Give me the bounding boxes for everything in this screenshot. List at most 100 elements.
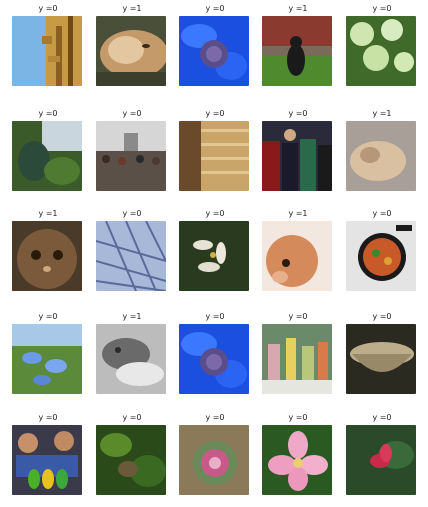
red-flower-image bbox=[346, 425, 416, 495]
panel-1: y =0 bbox=[12, 2, 84, 90]
blue-bellflowers-image bbox=[12, 324, 82, 394]
panel-label: y =0 bbox=[372, 4, 392, 13]
panel-image bbox=[262, 324, 332, 394]
panel-22: y =0 bbox=[96, 411, 168, 499]
kids-parrots-image bbox=[12, 425, 82, 495]
panel-label: y =0 bbox=[122, 209, 142, 218]
graduates-image bbox=[262, 121, 332, 191]
pink-flower-image bbox=[262, 425, 332, 495]
panel-2: y =1 bbox=[96, 2, 168, 90]
panel-image bbox=[179, 221, 249, 291]
panel-label: y =1 bbox=[38, 209, 58, 218]
panel-3: y =0 bbox=[179, 2, 251, 90]
panel-label: y =0 bbox=[288, 413, 308, 422]
panel-image bbox=[96, 121, 166, 191]
tabby-cat-image bbox=[12, 221, 82, 291]
crowd-image bbox=[96, 121, 166, 191]
panel-11: y =1 bbox=[12, 207, 84, 295]
panel-image bbox=[12, 221, 82, 291]
bottles-image bbox=[262, 324, 332, 394]
panel-image bbox=[179, 425, 249, 495]
panel-label: y =0 bbox=[122, 413, 142, 422]
panel-image bbox=[96, 324, 166, 394]
panel-image bbox=[262, 16, 332, 86]
panel-label: y =0 bbox=[205, 109, 225, 118]
panel-label: y =0 bbox=[205, 4, 225, 13]
tower-image bbox=[12, 16, 82, 86]
panel-image bbox=[96, 425, 166, 495]
panel-10: y =1 bbox=[346, 107, 418, 195]
skillet-food-image bbox=[346, 221, 416, 291]
white-flowers-image bbox=[179, 221, 249, 291]
panel-label: y =0 bbox=[205, 209, 225, 218]
forest-animal-image bbox=[96, 425, 166, 495]
panel-image bbox=[12, 425, 82, 495]
panel-label: y =0 bbox=[122, 109, 142, 118]
panel-image bbox=[346, 324, 416, 394]
panel-label: y =1 bbox=[122, 4, 142, 13]
panel-label: y =0 bbox=[288, 109, 308, 118]
panel-4: y =1 bbox=[262, 2, 334, 90]
panel-label: y =0 bbox=[205, 312, 225, 321]
panel-image bbox=[262, 221, 332, 291]
panel-image bbox=[346, 221, 416, 291]
panel-16: y =0 bbox=[12, 310, 84, 398]
panel-label: y =0 bbox=[205, 413, 225, 422]
panel-24: y =0 bbox=[262, 411, 334, 499]
blue-flower-image bbox=[179, 324, 249, 394]
lounging-cat-image bbox=[96, 324, 166, 394]
panel-image bbox=[262, 425, 332, 495]
panel-label: y =0 bbox=[38, 4, 58, 13]
panel-label: y =0 bbox=[38, 312, 58, 321]
panel-image bbox=[262, 121, 332, 191]
wire-pattern-image bbox=[96, 221, 166, 291]
blue-flower-image bbox=[179, 16, 249, 86]
panel-image bbox=[346, 425, 416, 495]
panel-image bbox=[96, 16, 166, 86]
panel-label: y =0 bbox=[372, 413, 392, 422]
panel-label: y =0 bbox=[38, 109, 58, 118]
panel-23: y =0 bbox=[179, 411, 251, 499]
hydrangea-image bbox=[346, 16, 416, 86]
panel-13: y =0 bbox=[179, 207, 251, 295]
panel-6: y =0 bbox=[12, 107, 84, 195]
foliage-image bbox=[12, 121, 82, 191]
panel-label: y =0 bbox=[372, 209, 392, 218]
panel-19: y =0 bbox=[262, 310, 334, 398]
panel-image bbox=[12, 16, 82, 86]
sleeping-cat-image bbox=[346, 121, 416, 191]
panel-8: y =0 bbox=[179, 107, 251, 195]
panel-17: y =1 bbox=[96, 310, 168, 398]
panel-image bbox=[12, 121, 82, 191]
panel-label: y =0 bbox=[372, 312, 392, 321]
black-cat-lawn-image bbox=[262, 16, 332, 86]
panel-7: y =0 bbox=[96, 107, 168, 195]
panel-5: y =0 bbox=[346, 2, 418, 90]
image-grid: y =0 y =1 y =0 y =1 y =0 y =0 y =0 y =0 … bbox=[0, 0, 428, 507]
panel-image bbox=[179, 16, 249, 86]
blinds-image bbox=[179, 121, 249, 191]
panel-9: y =0 bbox=[262, 107, 334, 195]
panel-15: y =0 bbox=[346, 207, 418, 295]
panel-21: y =0 bbox=[12, 411, 84, 499]
ginger-kitten-image bbox=[262, 221, 332, 291]
panel-14: y =1 bbox=[262, 207, 334, 295]
panel-label: y =1 bbox=[288, 4, 308, 13]
panel-label: y =0 bbox=[288, 312, 308, 321]
panel-18: y =0 bbox=[179, 310, 251, 398]
cactus-flower-image bbox=[179, 425, 249, 495]
cat-image bbox=[96, 16, 166, 86]
panel-image bbox=[12, 324, 82, 394]
panel-label: y =0 bbox=[38, 413, 58, 422]
panel-image bbox=[96, 221, 166, 291]
panel-25: y =0 bbox=[346, 411, 418, 499]
panel-20: y =0 bbox=[346, 310, 418, 398]
panel-image bbox=[346, 121, 416, 191]
panel-12: y =0 bbox=[96, 207, 168, 295]
bowl-image bbox=[346, 324, 416, 394]
panel-image bbox=[179, 324, 249, 394]
panel-label: y =1 bbox=[288, 209, 308, 218]
panel-image bbox=[346, 16, 416, 86]
panel-label: y =1 bbox=[122, 312, 142, 321]
panel-image bbox=[179, 121, 249, 191]
